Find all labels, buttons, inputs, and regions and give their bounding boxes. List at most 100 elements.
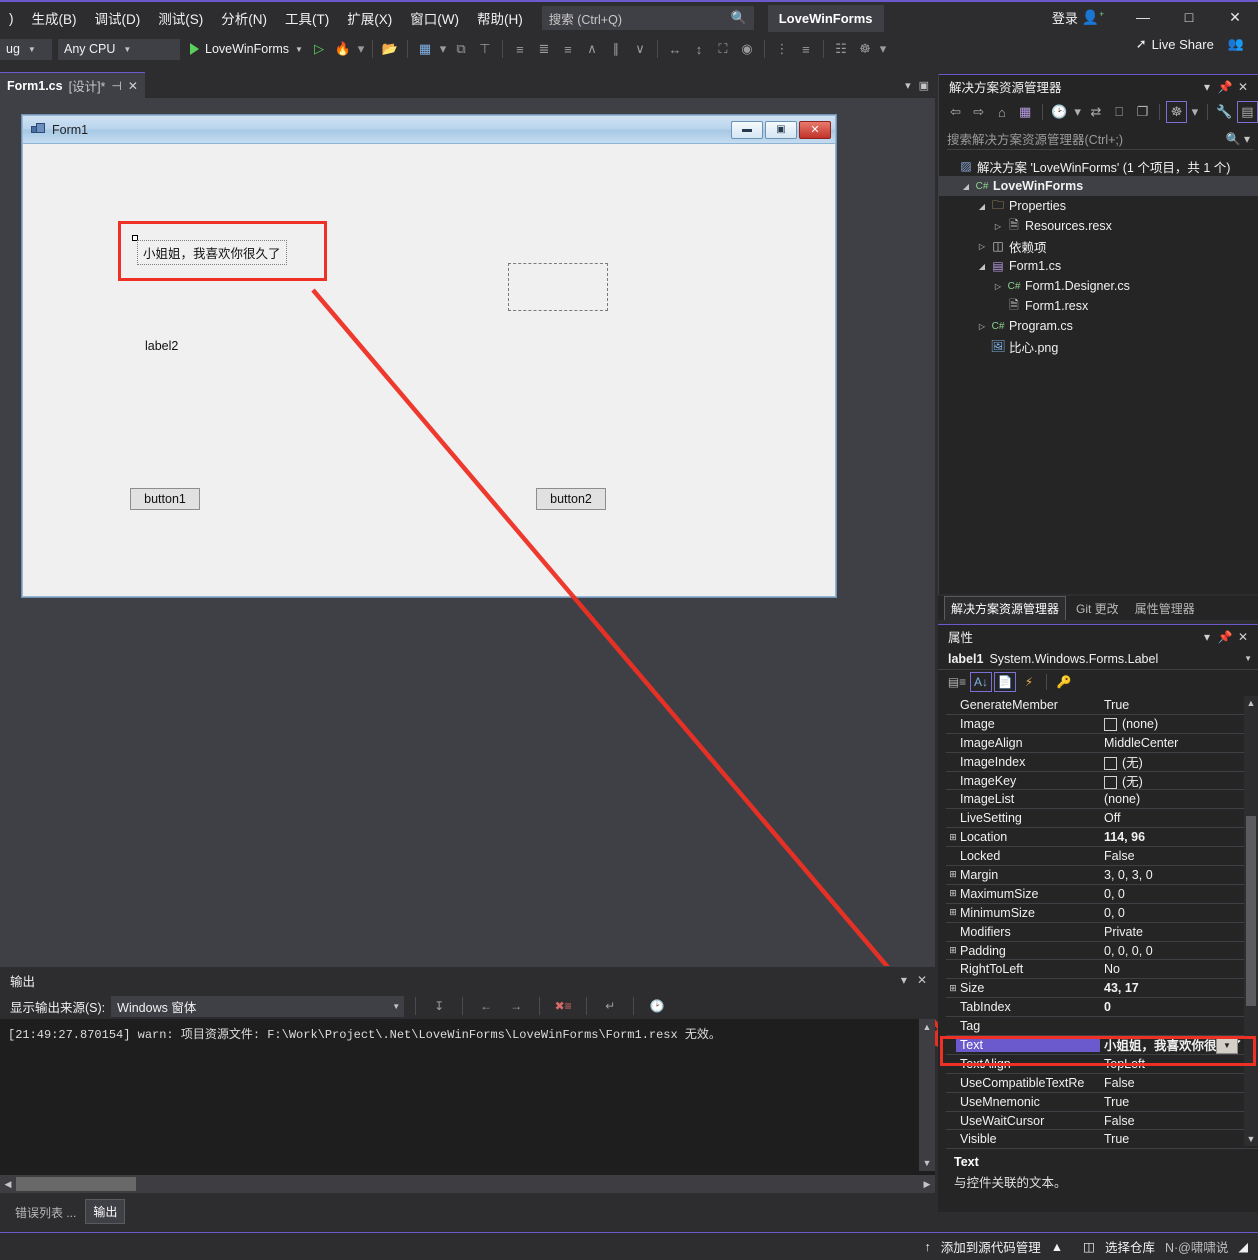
home-icon[interactable]: ⌂ [991, 101, 1012, 123]
make-horizontal-spacing-equal-icon[interactable]: ⋮ [770, 37, 794, 61]
property-value[interactable]: TopLeft [1100, 1057, 1258, 1071]
properties-scroll-thumb[interactable] [1246, 816, 1256, 1006]
properties-view-icon[interactable]: 📄 [994, 672, 1016, 692]
property-value[interactable]: 0 [1100, 1000, 1258, 1014]
property-value[interactable]: 0, 0 [1100, 887, 1258, 901]
property-row[interactable]: Image (none) [946, 715, 1258, 734]
solution-tree-node[interactable]: ▨ 解决方案 'LoveWinForms' (1 个项目，共 1 个) [939, 156, 1258, 176]
back-icon[interactable]: ⇦ [945, 101, 966, 123]
property-value[interactable]: False [1100, 849, 1258, 863]
close-icon[interactable]: ✕ [1234, 630, 1252, 644]
designer-label1[interactable]: 小姐姐，我喜欢你很久了 [137, 240, 287, 265]
property-row[interactable]: GenerateMember True [946, 696, 1258, 715]
scroll-right-icon[interactable]: ▶ [919, 1175, 935, 1193]
property-row[interactable]: ImageAlign MiddleCenter [946, 734, 1258, 753]
forward-icon[interactable]: ⇨ [968, 101, 989, 123]
solution-tree-node[interactable]: ◢ 🗀 Properties [939, 196, 1258, 216]
clear-all-icon[interactable]: ✖≡ [551, 995, 575, 1017]
document-tab-form1[interactable]: Form1.cs [设计]* ⊣ ✕ [0, 72, 145, 98]
live-share-button[interactable]: ➚ Live Share 👥 [1136, 36, 1244, 52]
align-rights-icon[interactable]: ≡ [556, 37, 580, 61]
property-value-dropdown-button[interactable]: ▼ [1216, 1037, 1238, 1055]
active-project-chip[interactable]: LoveWinForms [767, 4, 884, 32]
make-vertical-spacing-equal-icon[interactable]: ≡ [794, 37, 818, 61]
solution-tree-node[interactable]: ▷ C# Form1.Designer.cs [939, 276, 1258, 296]
tab-solution-explorer[interactable]: 解决方案资源管理器 [944, 596, 1067, 620]
property-value[interactable]: (none) [1100, 792, 1258, 806]
property-row[interactable]: UseWaitCursor False [946, 1112, 1258, 1131]
tree-collapsed-icon[interactable]: ▷ [975, 242, 989, 251]
tree-collapsed-icon[interactable]: ▷ [975, 322, 989, 331]
solution-tree-node[interactable]: ▷ ◫ 依赖项 [939, 236, 1258, 256]
menu-item-build[interactable]: 生成(B) [23, 4, 86, 32]
property-row[interactable]: UseMnemonic True [946, 1093, 1258, 1112]
solution-tree[interactable]: ▨ 解决方案 'LoveWinForms' (1 个项目，共 1 个) ◢ C# Lov… [939, 152, 1258, 356]
view-class-diagram-icon[interactable]: ☸ [1165, 101, 1188, 123]
expand-icon[interactable]: ⊞ [946, 869, 960, 880]
events-view-icon[interactable]: ⚡ [1018, 672, 1040, 692]
property-value[interactable]: 0, 0 [1100, 906, 1258, 920]
toolbox-dropdown-icon[interactable]: ▾ [437, 37, 449, 61]
property-row[interactable]: TextAlign TopLeft [946, 1055, 1258, 1074]
select-in-solution-explorer-icon[interactable]: 📂 [378, 37, 402, 61]
align-centers-icon[interactable]: ≣ [532, 37, 556, 61]
align-lefts-icon[interactable]: ≡ [508, 37, 532, 61]
toolbar-overflow-icon[interactable]: ▾ [877, 37, 889, 61]
property-value[interactable]: 114, 96 [1100, 830, 1258, 844]
make-same-size-icon[interactable]: ⛶ [711, 37, 735, 61]
hot-reload-dropdown-icon[interactable]: ▾ [355, 37, 367, 61]
property-row[interactable]: UseCompatibleTextRe False [946, 1074, 1258, 1093]
align-tops-icon[interactable]: ∧ [580, 37, 604, 61]
tree-expanded-icon[interactable]: ◢ [959, 182, 973, 191]
property-value[interactable]: False [1100, 1076, 1258, 1090]
expand-icon[interactable]: ⊞ [946, 832, 960, 843]
property-row[interactable]: ⊞ Size 43, 17 [946, 979, 1258, 999]
size-to-grid-icon[interactable]: ◉ [735, 37, 759, 61]
close-icon[interactable]: ✕ [1234, 80, 1252, 94]
property-row-selected[interactable]: Text 小姐姐，我喜欢你很久了 ▼ [946, 1036, 1258, 1055]
designer-label2[interactable]: label2 [145, 339, 178, 353]
tab-property-manager[interactable]: 属性管理器 [1129, 597, 1201, 620]
property-row[interactable]: LiveSetting Off [946, 809, 1258, 829]
properties-scrollbar[interactable]: ▲ ▼ [1244, 696, 1258, 1146]
close-icon[interactable]: ✕ [917, 973, 927, 987]
resize-grip-icon[interactable]: ◢ [1238, 1239, 1248, 1254]
search-input[interactable]: 搜索 (Ctrl+Q) 🔍 [541, 6, 754, 30]
property-value[interactable]: 0, 0, 0, 0 [1100, 944, 1258, 958]
chevron-down-icon[interactable]: ▾ [1198, 80, 1216, 94]
chevron-down-icon[interactable]: ▾ [1198, 630, 1216, 644]
solution-tree-node[interactable]: ▷ 🗎 Resources.resx [939, 216, 1258, 236]
property-value[interactable]: MiddleCenter [1100, 736, 1258, 750]
pin-icon[interactable]: 📌 [1216, 630, 1234, 644]
menu-item-extensions[interactable]: 扩展(X) [338, 4, 401, 32]
pending-changes-filter-icon[interactable]: 🕑 [1049, 101, 1070, 123]
align-to-grid-icon[interactable]: ⊤ [473, 37, 497, 61]
platform-dropdown[interactable]: Any CPU ▼ [58, 38, 180, 60]
chevron-down-icon[interactable]: ▾ [905, 79, 911, 92]
tree-collapsed-icon[interactable]: ▷ [991, 222, 1005, 231]
show-timestamps-icon[interactable]: 🕑 [645, 995, 669, 1017]
property-row[interactable]: Tag [946, 1017, 1258, 1037]
property-value[interactable]: Off [1100, 811, 1258, 825]
login-label[interactable]: 登录 [1052, 8, 1078, 27]
property-row[interactable]: ImageIndex (无) [946, 753, 1258, 772]
solution-explorer-search-input[interactable]: 搜索解决方案资源管理器(Ctrl+;) 🔍 ▾ [947, 128, 1254, 150]
make-same-width-icon[interactable]: ↔ [663, 37, 687, 61]
tab-git-changes[interactable]: Git 更改 [1070, 597, 1125, 620]
form-maximize-button[interactable]: ▣ [765, 120, 797, 139]
solution-tree-node[interactable]: ▷ C# Program.cs [939, 316, 1258, 336]
designer-panel[interactable] [508, 263, 608, 311]
pin-icon[interactable]: ⊣ [111, 79, 121, 93]
sync-with-active-document-icon[interactable]: ⇄ [1085, 101, 1106, 123]
close-button[interactable]: ✕ [1212, 1, 1258, 33]
tab-order-icon[interactable]: ⧉ [449, 37, 473, 61]
show-all-files-icon[interactable]: ❐ [1132, 101, 1153, 123]
scroll-left-icon[interactable]: ◀ [0, 1175, 16, 1193]
minimize-button[interactable]: — [1120, 1, 1166, 33]
form-close-button[interactable]: ✕ [799, 120, 831, 139]
alphabetical-view-icon[interactable]: A↓ [970, 672, 992, 692]
hot-reload-icon[interactable]: 🔥 [331, 37, 355, 61]
find-message-icon[interactable]: ↧ [427, 995, 451, 1017]
property-value[interactable]: Private [1100, 925, 1258, 939]
property-row[interactable]: ⊞ Padding 0, 0, 0, 0 [946, 942, 1258, 961]
